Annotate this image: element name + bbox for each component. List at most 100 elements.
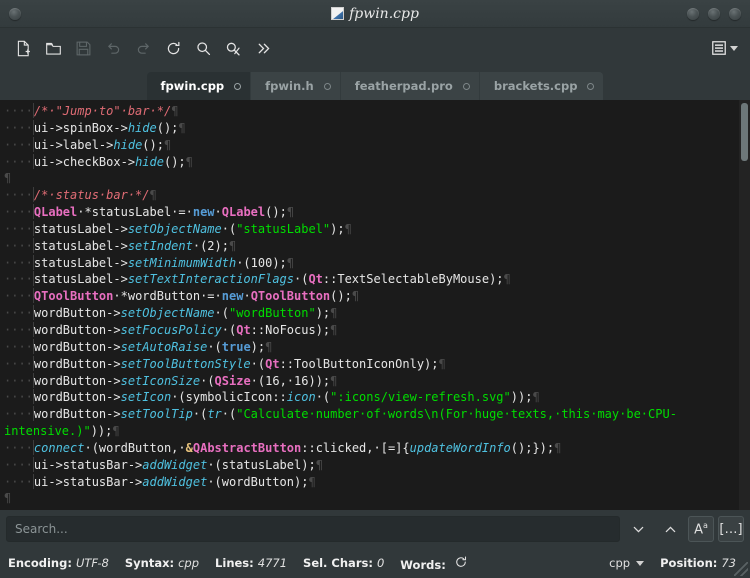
code-token: ·( — [221, 407, 237, 422]
code-line: ····statusLabel->setMinimumWidth·(100);¶ — [0, 254, 750, 272]
status-bar: Encoding: UTF-8 Syntax: cpp Lines: 4771 … — [0, 548, 750, 578]
code-token: hide — [113, 137, 143, 152]
code-line: ····wordButton->setIcon·(symbolicIcon::i… — [0, 389, 750, 406]
code-line: ····statusLabel->setObjectName·("statusL… — [0, 220, 750, 238]
code-line: ····ui->label->hide();¶ — [0, 136, 750, 154]
code-token: statusLabel-> — [33, 238, 128, 253]
paragraph-mark: ¶ — [4, 491, 12, 506]
paragraph-mark: ¶ — [228, 238, 237, 253]
code-token: statusLabel-> — [33, 221, 128, 236]
indent-dots: ···· — [4, 306, 33, 321]
maximize-button[interactable] — [708, 7, 720, 20]
code-token: ); — [330, 221, 345, 236]
code-token: wordButton-> — [33, 322, 121, 337]
code-token: ui->statusBar-> — [33, 474, 143, 489]
lines-value: 4771 — [257, 556, 288, 570]
code-token: ·(wordButton,· — [84, 440, 186, 455]
main-menu-button[interactable] — [707, 37, 742, 59]
tab-fpwin-h[interactable]: fpwin.h — [251, 72, 341, 100]
paragraph-mark: ¶ — [554, 440, 562, 455]
paragraph-mark: ¶ — [286, 255, 295, 270]
match-case-button[interactable]: Aa — [688, 516, 714, 542]
hamburger-menu-icon — [712, 41, 726, 55]
indent-dots: ···· — [4, 205, 33, 220]
code-token: ·(2); — [192, 238, 229, 253]
code-line: ····ui->statusBar->addWidget·(statusLabe… — [0, 456, 750, 474]
vertical-scrollbar[interactable] — [741, 103, 748, 161]
search-input[interactable] — [6, 516, 620, 542]
open-file-button[interactable] — [38, 33, 68, 63]
code-token: ::NoFocus); — [250, 322, 331, 337]
code-line: ····/*·status·bar·*/¶ — [0, 187, 750, 204]
code-token: ·( — [200, 373, 215, 388]
more-button[interactable] — [248, 33, 278, 63]
title-bar[interactable]: fpwin.cpp — [0, 0, 750, 28]
paragraph-mark: ¶ — [351, 289, 360, 304]
code-token: setTextInteractionFlags — [127, 272, 294, 287]
code-token: updateWordInfo — [409, 440, 511, 455]
status-syntax: Syntax: cpp — [125, 556, 199, 570]
code-token: wordButton-> — [33, 407, 121, 422]
code-token: setObjectName — [120, 306, 215, 321]
vertical-scrollbar-track[interactable] — [739, 100, 750, 510]
replace-button[interactable] — [218, 33, 248, 63]
code-token: "wordButton" — [228, 306, 316, 321]
tab-close-icon[interactable] — [462, 82, 470, 90]
code-line: ····connect·(wordButton,·&QAbstractButto… — [0, 439, 750, 457]
code-token: setToolTip — [120, 407, 193, 422]
code-token: setObjectName — [127, 221, 222, 236]
indent-dots: ···· — [4, 407, 33, 422]
paragraph-mark: ¶ — [344, 221, 352, 236]
code-line: ····ui->statusBar->addWidget·(wordButton… — [0, 473, 750, 491]
tab-close-icon[interactable] — [587, 82, 595, 90]
reload-button[interactable] — [158, 33, 188, 63]
window-menu-area[interactable] — [9, 0, 21, 27]
code-token: /*·status·bar·*/ — [33, 188, 150, 203]
language-selector[interactable]: cpp — [609, 556, 645, 570]
code-token: ·(symbolicIcon:: — [171, 390, 287, 405]
indent-dots: ···· — [4, 154, 33, 169]
tab-label: fpwin.cpp — [160, 79, 225, 93]
whole-word-button[interactable]: […] — [718, 516, 744, 542]
tab-label: fpwin.h — [265, 79, 314, 93]
close-button[interactable] — [729, 7, 741, 20]
position-label: Position: — [660, 556, 718, 570]
syntax-label: Syntax: — [124, 556, 175, 570]
code-token: wordButton-> — [33, 390, 121, 405]
code-token: new — [192, 205, 215, 220]
code-editor[interactable]: ····/*·"Jump·to"·bar·*/¶ ····ui->spinBox-… — [0, 100, 750, 510]
code-line: ····wordButton->setIconSize·(QSize·(16,·… — [0, 372, 750, 390]
window-menu-button[interactable] — [9, 7, 21, 20]
code-token: QLabel — [221, 205, 266, 220]
words-refresh-button[interactable] — [454, 555, 468, 569]
code-token: addWidget — [142, 457, 208, 472]
find-previous-button[interactable] — [656, 516, 684, 542]
tab-close-icon[interactable] — [234, 82, 242, 90]
code-token: ·( — [250, 356, 266, 371]
minimize-button[interactable] — [687, 7, 699, 20]
paragraph-mark: ¶ — [4, 171, 12, 186]
code-token: Qt — [236, 322, 251, 337]
find-next-button[interactable] — [624, 516, 652, 542]
code-token: ui->checkBox-> — [33, 154, 136, 169]
code-token: ·*wordButton·=· — [113, 289, 222, 304]
paragraph-mark: ¶ — [171, 104, 179, 118]
code-token: ui->label-> — [33, 137, 114, 152]
code-token: statusLabel-> — [33, 272, 128, 287]
words-label: Words: — [400, 557, 446, 572]
code-token: hide — [127, 120, 157, 135]
search-icon[interactable] — [188, 33, 218, 63]
resize-grip[interactable] — [734, 562, 748, 576]
tab-fpwin-cpp[interactable]: fpwin.cpp — [146, 72, 252, 100]
code-token: ·( — [221, 322, 237, 337]
tab-brackets-cpp[interactable]: brackets.cpp — [479, 72, 604, 100]
code-token: addWidget — [142, 474, 208, 489]
code-token: connect — [33, 440, 85, 455]
tab-featherpad-pro[interactable]: featherpad.pro — [340, 72, 480, 100]
tab-close-icon[interactable] — [323, 82, 331, 90]
main-toolbar — [0, 28, 750, 68]
code-token: statusLabel-> — [33, 255, 128, 270]
new-file-button[interactable] — [8, 33, 38, 63]
editor-area[interactable]: ····/*·"Jump·to"·bar·*/¶ ····ui->spinBox-… — [0, 100, 750, 510]
code-token: (); — [163, 154, 186, 169]
